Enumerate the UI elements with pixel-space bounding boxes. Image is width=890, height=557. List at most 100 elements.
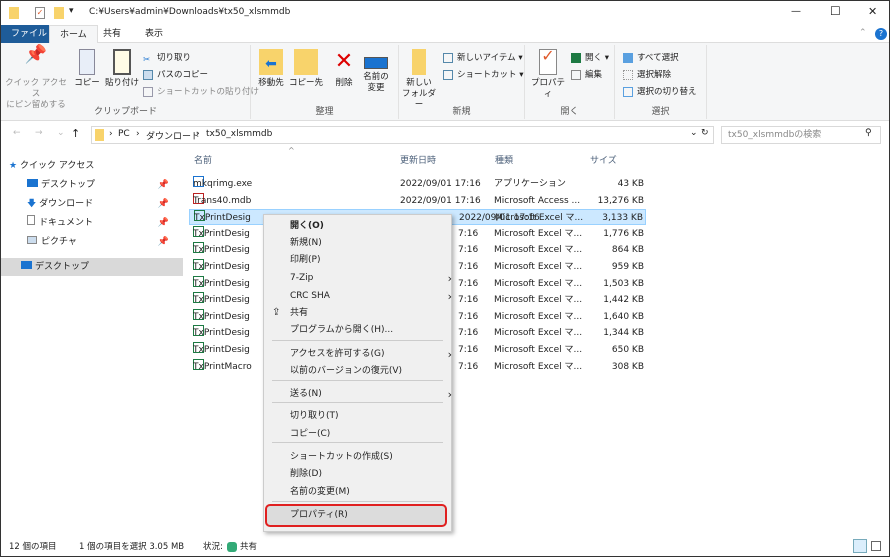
column-header-type[interactable]: 種類 <box>495 153 513 169</box>
easy-access-button[interactable]: ショートカット ▾ <box>443 68 523 83</box>
move-to-button[interactable]: ⬅ 移動先 <box>255 49 287 89</box>
chevron-right-icon: › <box>447 290 452 303</box>
chevron-right-icon: › <box>447 388 452 401</box>
help-icon[interactable]: ? <box>875 28 887 40</box>
file-date: 7:16 <box>458 361 479 372</box>
search-input[interactable]: tx50_xlsmmdbの検索 <box>721 126 881 144</box>
collapse-ribbon-icon[interactable]: ⌃ <box>859 28 867 38</box>
menu-item[interactable]: コピー(C) <box>290 426 450 443</box>
nav-quick-access[interactable]: ★ クイック アクセス <box>9 157 191 175</box>
nav-downloads[interactable]: 🡇 ダウンロード 📌 <box>27 195 177 213</box>
maximize-button[interactable]: ☐ <box>830 4 841 18</box>
file-row[interactable]: mkqrimg.exe 2022/09/01 17:16 アプリケーション 43… <box>189 176 646 192</box>
file-row[interactable]: Trans40.mdb 2022/09/01 17:16 Microsoft A… <box>189 192 646 209</box>
path-icon <box>143 69 153 80</box>
select-none-button[interactable]: 選択解除 <box>623 68 671 83</box>
file-type: Microsoft Excel マ... <box>494 328 583 339</box>
breadcrumb-downloads[interactable]: ダウンロード <box>146 129 200 142</box>
qat-dropdown-icon[interactable]: ▾ <box>69 6 74 16</box>
star-icon: ★ <box>9 161 18 171</box>
breadcrumb-pc[interactable]: PC <box>118 129 130 139</box>
column-header-name[interactable]: 名前 <box>194 153 212 169</box>
column-header-date[interactable]: 更新日時 <box>400 153 436 169</box>
column-header-size[interactable]: サイズ <box>590 153 617 169</box>
paste-shortcut-button[interactable]: ショートカットの貼り付け <box>143 85 259 100</box>
rename-button[interactable]: 名前の 変更 <box>361 49 391 94</box>
new-group: 新しい フォルダー 新しいアイテム ▾ ショートカット ▾ 新規 <box>399 45 525 119</box>
desktop-icon <box>21 261 32 269</box>
menu-item[interactable]: プロパティ(R) <box>290 507 450 524</box>
menu-item[interactable]: 以前のバージョンの復元(V) <box>290 363 450 380</box>
file-size: 1,776 KB <box>603 228 644 239</box>
file-type: Microsoft Excel マ... <box>494 295 583 306</box>
menu-item[interactable]: アクセスを許可する(G) › <box>290 346 460 363</box>
paste-button[interactable]: 貼り付け <box>105 49 139 89</box>
menu-item[interactable]: 切り取り(T) <box>290 408 450 425</box>
back-button[interactable]: ← <box>13 128 21 138</box>
large-icons-view-button[interactable] <box>871 541 881 551</box>
file-type: Microsoft Excel マ... <box>494 245 583 256</box>
copy-to-button[interactable]: コピー先 <box>289 49 323 89</box>
select-all-button[interactable]: すべて選択 <box>623 51 679 66</box>
recent-dropdown[interactable]: ⌄ <box>57 128 65 138</box>
search-icon: ⚲ <box>865 128 872 138</box>
refresh-button[interactable]: ↻ <box>701 128 709 138</box>
open-button[interactable]: 開く ▾ <box>571 51 609 66</box>
file-size: 1,442 KB <box>603 295 644 306</box>
nav-desktop[interactable]: デスクトップ 📌 <box>27 176 177 194</box>
pin-icon: 📌 <box>157 237 169 247</box>
document-icon <box>27 215 35 225</box>
properties-button[interactable]: ✓ プロパティ <box>529 48 567 100</box>
forward-button[interactable]: → <box>35 128 43 138</box>
select-all-icon <box>623 52 633 63</box>
nav-documents[interactable]: ドキュメント 📌 <box>27 214 177 232</box>
file-date: 7:16 <box>458 295 479 306</box>
close-button[interactable]: ✕ <box>868 5 877 18</box>
menu-item[interactable]: CRC SHA › <box>290 288 460 305</box>
chevron-right-icon: › <box>447 348 452 361</box>
address-bar[interactable]: › PC › ダウンロード › tx50_xlsmmdb ⌄ <box>91 126 714 144</box>
details-view-button[interactable] <box>853 539 867 553</box>
file-type: Microsoft Excel マ... <box>494 228 583 239</box>
menu-item[interactable]: ショートカットの作成(S) <box>290 449 450 466</box>
menu-item[interactable]: 7-Zip › <box>290 270 460 287</box>
tab-view[interactable]: 表示 <box>135 25 173 43</box>
new-item-button[interactable]: 新しいアイテム ▾ <box>443 51 523 66</box>
clipboard-icon <box>113 49 131 75</box>
file-type: Microsoft Excel マ... <box>494 278 583 289</box>
delete-button[interactable]: ✕ 削除 <box>331 49 357 89</box>
menu-item[interactable]: プログラムから開く(H)... <box>290 322 450 339</box>
nav-pictures[interactable]: ピクチャ 📌 <box>27 233 177 251</box>
status-bar: 12 個の項目 1 個の項目を選択 3.05 MB 状況: 共有 <box>1 538 889 556</box>
menu-item[interactable]: 新規(N) <box>290 235 450 252</box>
cut-button[interactable]: ✂ 切り取り <box>143 51 191 66</box>
menu-item[interactable]: 送る(N) › <box>290 386 460 403</box>
breadcrumb-sep: › <box>196 129 200 139</box>
menu-item[interactable]: 名前の変更(M) <box>290 484 450 501</box>
new-folder-icon <box>412 49 426 75</box>
copy-path-button[interactable]: パスのコピー <box>143 68 208 83</box>
new-folder-qat-icon[interactable] <box>54 7 64 19</box>
breadcrumb-folder[interactable]: tx50_xlsmmdb <box>206 129 272 139</box>
up-button[interactable]: ↑ <box>71 127 80 140</box>
tab-home[interactable]: ホーム <box>49 25 98 43</box>
copy-button[interactable]: コピー <box>73 49 101 89</box>
address-dropdown-icon[interactable]: ⌄ <box>690 128 698 138</box>
edit-button[interactable]: 編集 <box>571 68 602 83</box>
minimize-button[interactable]: — <box>791 6 801 17</box>
menu-item[interactable]: 共有 <box>290 305 450 322</box>
menu-item[interactable]: 開く(O) <box>290 218 450 235</box>
navigation-pane: ★ クイック アクセス デスクトップ 📌 🡇 ダウンロード 📌 ドキュメント 📌 ピク… <box>1 151 183 538</box>
properties-qat-icon[interactable]: ✓ <box>35 7 45 19</box>
menu-item[interactable]: 削除(D) <box>290 466 450 483</box>
pin-quick-access-button[interactable]: 📌 クイック アクセス にピン留めする <box>5 46 67 111</box>
file-size: 13,276 KB <box>597 195 644 206</box>
invert-selection-button[interactable]: 選択の切り替え <box>623 85 697 100</box>
menu-item[interactable]: 印刷(P) <box>290 252 450 269</box>
file-type: Microsoft Excel マ... <box>495 213 584 224</box>
folder-icon <box>9 7 19 19</box>
nav-desktop-root[interactable]: デスクトップ <box>1 258 183 276</box>
properties-icon: ✓ <box>539 48 557 75</box>
new-folder-button[interactable]: 新しい フォルダー <box>401 49 437 111</box>
tab-share[interactable]: 共有 <box>93 25 131 43</box>
